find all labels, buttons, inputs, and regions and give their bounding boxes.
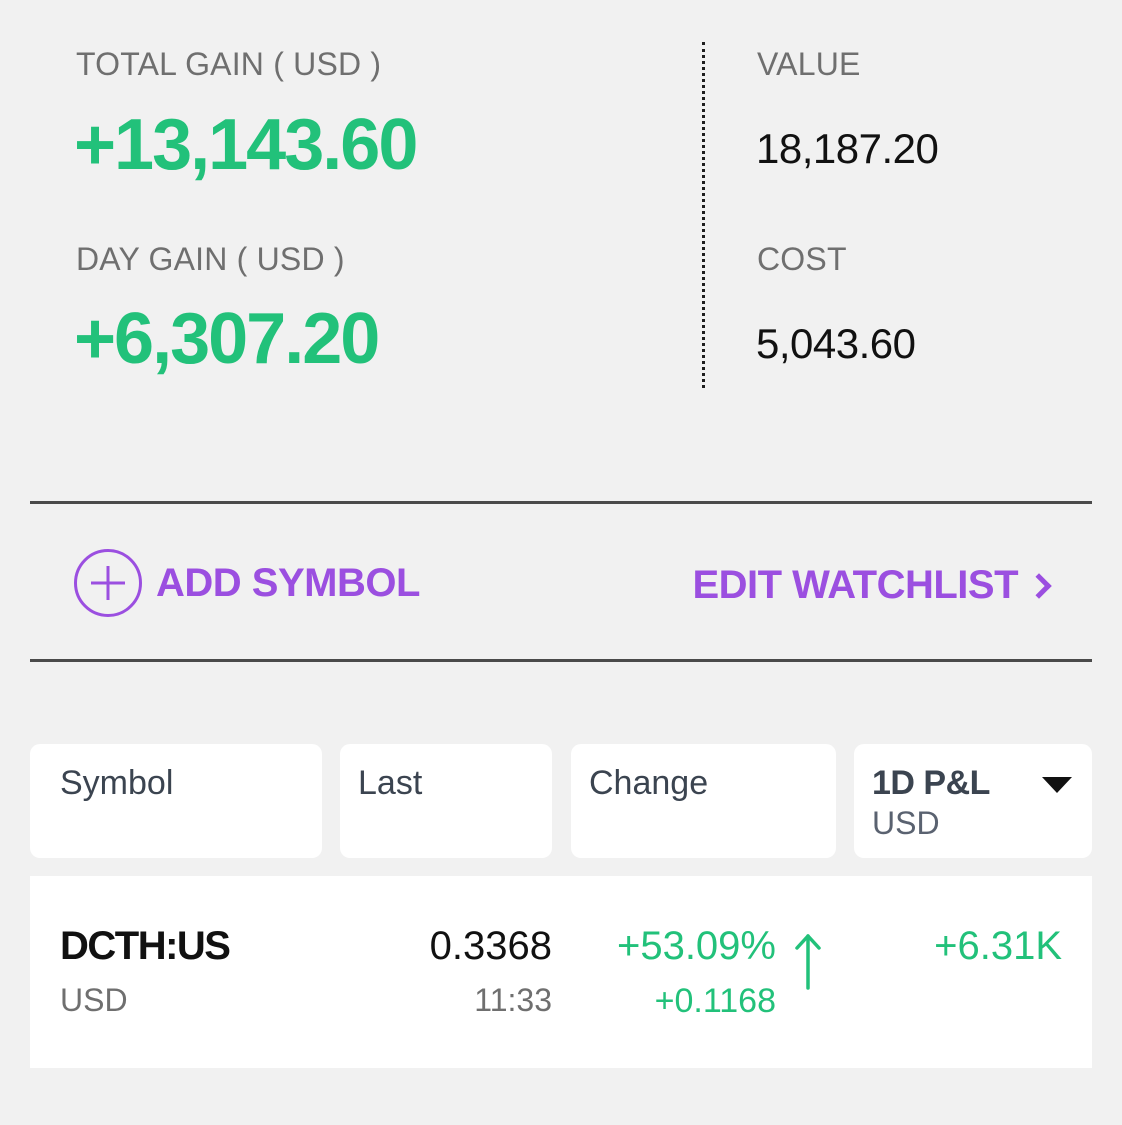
- column-change-label: Change: [589, 764, 709, 802]
- divider-top: [30, 501, 1092, 504]
- row-pnl: +6.31K: [934, 924, 1062, 968]
- up-arrow-icon: [795, 934, 821, 990]
- divider-bottom: [30, 659, 1092, 662]
- portfolio-summary: TOTAL GAIN ( USD ) +13,143.60 DAY GAIN (…: [0, 0, 1122, 440]
- column-last-label: Last: [358, 764, 423, 802]
- column-header-change[interactable]: Change: [571, 744, 836, 858]
- total-gain-value: +13,143.60: [74, 105, 418, 185]
- watchlist-page: TOTAL GAIN ( USD ) +13,143.60 DAY GAIN (…: [0, 0, 1122, 1125]
- cost-label: COST: [757, 241, 847, 277]
- edit-watchlist-label: EDIT WATCHLIST: [692, 562, 1018, 607]
- column-header-pnl-dropdown[interactable]: 1D P&L USD: [854, 744, 1092, 858]
- day-gain-label: DAY GAIN ( USD ): [76, 241, 345, 277]
- row-change-percent: +53.09%: [616, 924, 776, 968]
- value-label: VALUE: [757, 46, 861, 82]
- edit-watchlist-button[interactable]: EDIT WATCHLIST: [692, 560, 1052, 610]
- value-amount: 18,187.20: [756, 125, 939, 172]
- row-change-absolute: +0.1168: [654, 982, 776, 1020]
- add-symbol-label: ADD SYMBOL: [156, 560, 420, 605]
- caret-down-icon: [1042, 777, 1072, 793]
- column-header-last[interactable]: Last: [340, 744, 552, 858]
- table-row[interactable]: DCTH:US USD 0.3368 11:33 +53.09% +0.1168…: [30, 876, 1092, 1068]
- row-symbol: DCTH:US: [60, 924, 231, 968]
- cost-amount: 5,043.60: [756, 320, 916, 367]
- column-pnl-currency: USD: [872, 805, 940, 841]
- column-symbol-label: Symbol: [60, 764, 174, 802]
- total-gain-label: TOTAL GAIN ( USD ): [76, 46, 382, 82]
- day-gain-value: +6,307.20: [74, 299, 380, 379]
- column-header-symbol[interactable]: Symbol: [30, 744, 322, 858]
- add-symbol-button[interactable]: ADD SYMBOL: [74, 548, 420, 618]
- add-circle-icon: [74, 549, 142, 617]
- row-time: 11:33: [474, 982, 552, 1018]
- row-last-price: 0.3368: [429, 924, 552, 968]
- summary-divider: [702, 42, 705, 388]
- chevron-right-icon: [1026, 573, 1052, 599]
- row-currency: USD: [60, 982, 128, 1018]
